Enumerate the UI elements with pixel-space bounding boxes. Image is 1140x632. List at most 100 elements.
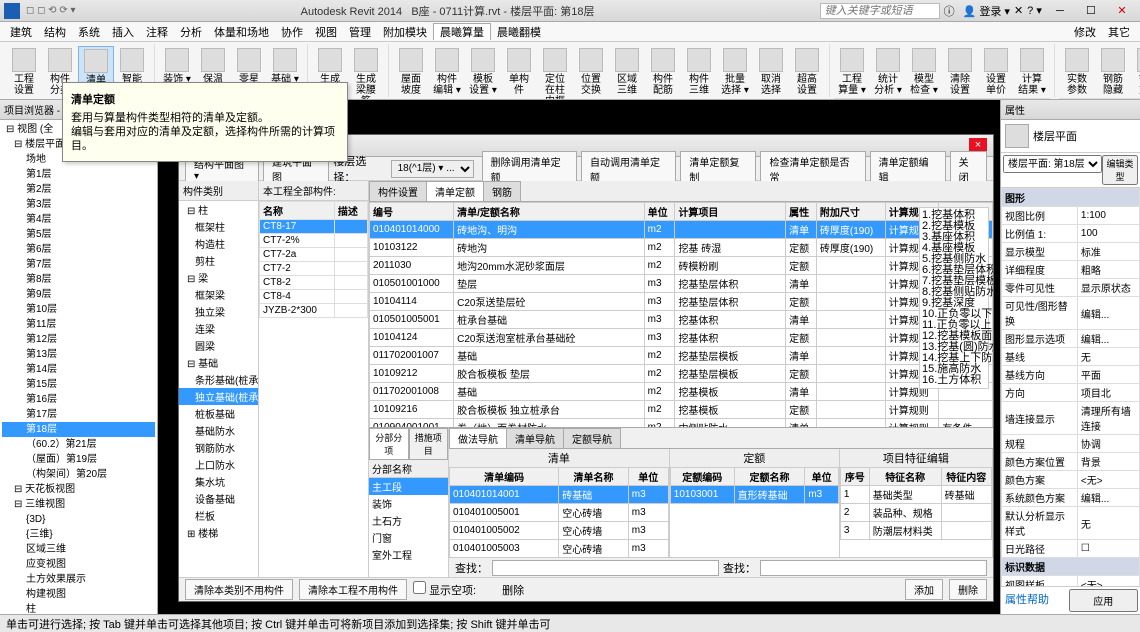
quota-row[interactable]: 10104124C20泵送泡室桩承台基础砼m3挖基体积定额计算规则 [370,329,993,347]
tree-node[interactable]: 区域三维 [2,542,155,557]
ribbon-tab[interactable]: 结构 [38,24,72,40]
list-row[interactable]: 010401005003空心砖墙m3 [450,540,669,558]
ribbon-button[interactable]: 批量选择 ▾ [717,46,753,100]
feature-row[interactable]: 3防潮层材料类 [840,522,991,540]
property-row[interactable]: 墙连接显示清理所有墙连接 [1002,402,1140,435]
exchange-icon[interactable]: ✕ [1014,4,1023,17]
tree-node[interactable]: ⊟ 天花板视图 [2,482,155,497]
component-row[interactable]: CT7-2% [260,234,368,248]
properties-help[interactable]: 属性帮助 [1003,589,1069,612]
tree-node[interactable]: 柱 [2,602,155,614]
type-selector[interactable]: 楼层平面 [1001,120,1140,153]
ribbon-tab[interactable]: 建筑 [4,24,38,40]
property-row[interactable]: 规程协调 [1002,435,1140,453]
component-row[interactable]: JYZB-2*300 [260,304,368,318]
category-node[interactable]: 圆梁 [179,337,258,354]
tree-node[interactable]: 第10层 [2,302,155,317]
category-node[interactable]: 独立基础(桩承台 [179,388,258,405]
close-button[interactable]: ✕ [1108,4,1136,17]
search-input-1[interactable] [492,560,719,576]
ribbon-tab[interactable]: 附加模块 [377,24,433,40]
category-node[interactable]: 构造柱 [179,235,258,252]
tree-node[interactable]: 构建视图 [2,587,155,602]
ribbon-button[interactable]: 单构件 [501,46,537,100]
category-node[interactable]: ⊟ 基础 [179,354,258,371]
quota-code-table[interactable]: 定额 定额编码定额名称单位10103001直形砖基础m3 [670,449,840,557]
info-icon[interactable]: ⓘ [944,3,955,19]
property-row[interactable]: 显示模型标准 [1002,243,1140,261]
quick-access[interactable]: ◻ ◻ ⟲ ⟳ ▾ [26,5,76,16]
tree-node[interactable]: （屋面）第19层 [2,452,155,467]
nav-tab[interactable]: 定额导航 [563,428,621,448]
ribbon-button[interactable]: 钢筋隐藏 [1095,46,1131,98]
property-row[interactable]: 视图样板<无> [1002,576,1140,587]
show-empty-check[interactable]: 显示空项: [413,581,476,598]
ribbon-button[interactable]: 实数参数 [1059,46,1095,98]
quota-row[interactable]: 2011030地沟20mm水泥砂浆面层m2砖模粉刷定额计算规则 [370,257,993,275]
quota-row[interactable]: 010904001001卷（地）面卷材防水m2内侧贴防水清单计算规则有条件 [370,419,993,428]
category-node[interactable]: 上口防水 [179,456,258,473]
tree-node[interactable]: {3D} [2,512,155,527]
tree-node[interactable]: 第2层 [2,182,155,197]
quota-row[interactable]: 011702001007基础m2挖基垫层模板清单计算规则 [370,347,993,365]
ribbon-tab[interactable]: 管理 [343,24,377,40]
ribbon-button[interactable]: 统计分析 ▾ [870,46,906,98]
tree-node[interactable]: 土方效果展示 [2,572,155,587]
tree-node[interactable]: ⊟ 三维视图 [2,497,155,512]
minimize-button[interactable]: ─ [1046,5,1074,17]
feature-edit-table[interactable]: 项目特征编辑 序号特征名称特征内容1基础类型砖基础2装品种、规格3防潮层材料类 [840,449,993,557]
ribbon-tab[interactable]: 注释 [140,24,174,40]
tree-node[interactable]: 第11层 [2,317,155,332]
category-node[interactable]: 设备基础 [179,490,258,507]
ribbon-button[interactable]: 区域三维 [609,46,645,100]
nav-tab[interactable]: 做法导航 [449,428,507,448]
calc-items-list[interactable]: 1.挖基体积2.挖基模板3.基座体积4.基座模板5.挖基侧防水6.挖基垫层体积7… [919,207,989,389]
list-row[interactable]: 010401005002空心砖墙m3 [450,522,669,540]
section-item[interactable]: 土石方 [369,512,448,529]
category-node[interactable]: ⊟ 梁 [179,269,258,286]
tree-node[interactable]: 第3层 [2,197,155,212]
ribbon-tab[interactable]: 系统 [72,24,106,40]
tree-node[interactable]: 第8层 [2,272,155,287]
section-item[interactable]: 主工段 [369,478,448,495]
quota-row[interactable]: 10103122砖地沟m2挖基 砖湿定额砖厚度(190)计算规则 [370,239,993,257]
section-item[interactable]: 装饰 [369,495,448,512]
property-row[interactable]: 颜色方案位置背景 [1002,453,1140,471]
list-row[interactable]: 010401005001空心砖墙m3 [450,504,669,522]
ribbon-button[interactable]: 屋面坡度 [393,46,429,100]
quota-row[interactable]: 010501005001桩承台基础m3挖基体积清单计算规则 [370,311,993,329]
ribbon-tab[interactable]: 晨曦翻模 [491,24,547,40]
category-node[interactable]: 集水坑 [179,473,258,490]
tree-node[interactable]: 第14层 [2,362,155,377]
ribbon-button[interactable]: 构件配筋 [645,46,681,100]
section-tab-0[interactable]: 分部分项 [369,428,409,460]
add-button[interactable]: 添加 [905,579,943,600]
component-row[interactable]: CT8-2 [260,276,368,290]
tree-node[interactable]: 第7层 [2,257,155,272]
property-row[interactable]: 默认分析显示样式无 [1002,507,1140,540]
help-search[interactable] [820,3,940,19]
tree-node[interactable]: 应变视图 [2,557,155,572]
quota-row[interactable]: 10109212胶合板模板 垫层m2挖基垫层模板定额计算规则 [370,365,993,383]
category-node[interactable]: 剪柱 [179,252,258,269]
feature-row[interactable]: 2装品种、规格 [840,504,991,522]
property-row[interactable]: 日光路径☐ [1002,540,1140,558]
ribbon-button[interactable]: 定位在柱内框 [537,46,573,100]
quota-row[interactable]: 10104114C20泵送垫层砼m3挖基垫层体积定额计算规则 [370,293,993,311]
app-icon[interactable] [4,3,20,19]
category-node[interactable]: 框架柱 [179,218,258,235]
category-node[interactable]: 独立梁 [179,303,258,320]
quota-row[interactable]: 10103001直形砖基础m3 [670,486,838,504]
ribbon-button[interactable]: 模板设置 ▾ [465,46,501,100]
help-icon[interactable]: ? ▾ [1027,4,1042,17]
component-row[interactable]: CT8-4 [260,290,368,304]
ribbon-tab[interactable]: 视图 [309,24,343,40]
ribbon-button[interactable]: 工程算量 ▾ [834,46,870,98]
quota-table[interactable]: 编号清单/定额名称单位计算项目属性附加尺寸计算规则计算条件01040101400… [369,202,993,427]
ribbon-tab-extra[interactable]: 其它 [1102,24,1136,40]
tree-node[interactable]: 第9层 [2,287,155,302]
ribbon-tab[interactable]: 晨曦算量 [433,23,491,40]
category-node[interactable]: 框架梁 [179,286,258,303]
component-row[interactable]: CT8-17 [260,220,368,234]
tree-node[interactable]: 第4层 [2,212,155,227]
